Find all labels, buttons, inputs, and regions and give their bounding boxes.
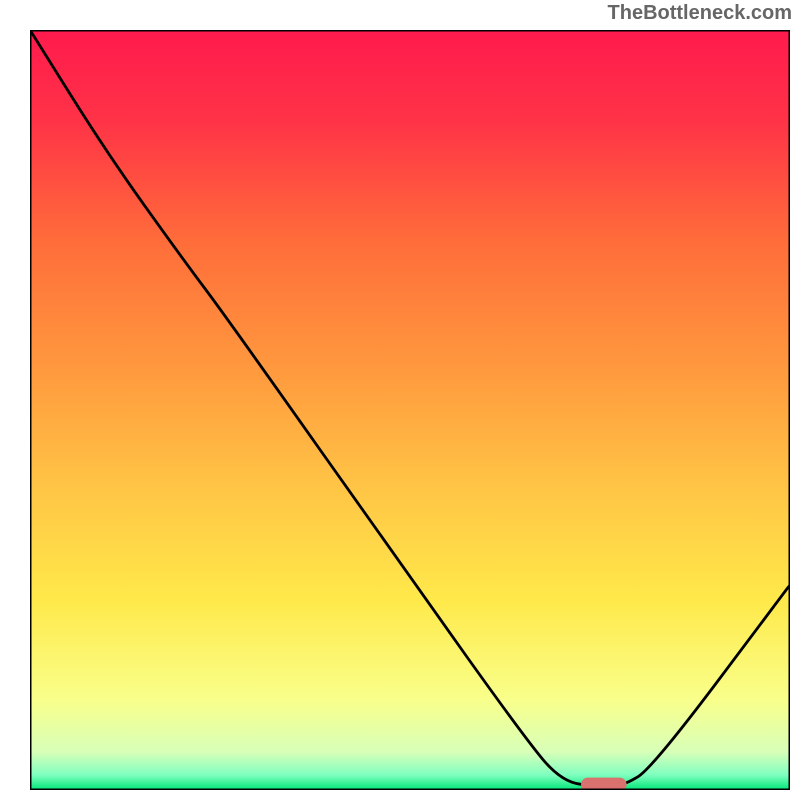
watermark-text: TheBottleneck.com — [608, 2, 792, 25]
optimal-marker — [581, 778, 627, 790]
gradient-background — [30, 30, 790, 790]
chart-svg — [30, 30, 790, 790]
chart-area — [30, 30, 790, 790]
